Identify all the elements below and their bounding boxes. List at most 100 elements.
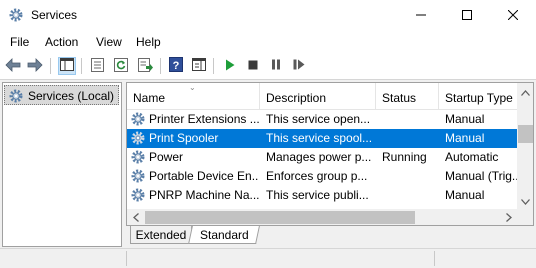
export-list-button[interactable] (136, 57, 154, 75)
service-description: Manages power p... (266, 150, 372, 164)
properties-button[interactable] (88, 57, 106, 75)
table-row[interactable]: Printer Extensions ... This service open… (127, 110, 517, 129)
menu-bar: File Action View Help (0, 31, 536, 52)
service-gear-icon (130, 168, 146, 184)
stop-service-icon (248, 59, 258, 73)
restart-service-icon (293, 59, 305, 73)
service-name: Portable Device En... (149, 169, 259, 183)
menu-help[interactable]: Help (136, 35, 161, 49)
start-service-icon (225, 59, 235, 74)
minimize-button[interactable] (398, 0, 444, 31)
service-startup-type: Automatic (445, 150, 499, 164)
chevron-down-icon (521, 194, 530, 208)
service-gear-icon (130, 187, 146, 203)
horizontal-scrollbar[interactable] (127, 209, 517, 225)
scroll-left-button[interactable] (127, 209, 144, 225)
help-button[interactable]: ? (167, 57, 185, 75)
maximize-button[interactable] (444, 0, 490, 31)
scroll-right-button[interactable] (500, 209, 517, 225)
gear-icon (8, 88, 24, 104)
forward-button[interactable] (26, 57, 44, 75)
pause-service-icon (271, 59, 281, 73)
service-startup-type: Manual (445, 188, 485, 202)
restart-service-button[interactable] (290, 57, 308, 75)
start-service-button[interactable] (221, 57, 239, 75)
service-name: Print Spooler (149, 131, 219, 145)
title-bar: Services (0, 0, 536, 31)
service-gear-icon (130, 149, 146, 165)
show-action-pane-icon (192, 58, 206, 74)
column-header-label: Description (266, 91, 327, 105)
menu-action[interactable]: Action (45, 35, 78, 49)
maximize-icon (462, 9, 472, 23)
tab-extended[interactable]: Extended (130, 226, 192, 244)
service-startup-type: Manual (Trig... (445, 169, 517, 183)
table-row[interactable]: PNRP Machine Na... This service publi...… (127, 186, 517, 205)
pause-service-button[interactable] (267, 57, 285, 75)
table-row[interactable]: Portable Device En... Enforces group p..… (127, 167, 517, 186)
service-description: This service open... (266, 112, 371, 126)
toolbar-separator (50, 58, 51, 74)
service-startup-type: Manual (445, 131, 485, 145)
toolbar-separator (213, 58, 214, 74)
service-name: Power (149, 150, 184, 164)
service-name: PNRP Machine Na... (149, 188, 259, 202)
close-icon (507, 9, 519, 23)
scrollbar-corner (517, 209, 533, 225)
column-header-description[interactable]: Description (260, 83, 376, 110)
column-header-label: Name (133, 91, 166, 105)
forward-arrow-icon (27, 57, 43, 75)
refresh-icon (114, 57, 128, 75)
chevron-left-icon (132, 211, 139, 225)
properties-icon (90, 57, 104, 75)
stop-service-button[interactable] (244, 57, 262, 75)
close-button[interactable] (490, 0, 536, 31)
back-button[interactable] (4, 57, 22, 75)
scroll-up-button[interactable] (517, 83, 533, 100)
show-hide-console-tree-button[interactable] (58, 57, 76, 75)
service-description: This service publi... (266, 188, 369, 202)
status-bar (0, 248, 536, 268)
service-gear-icon (130, 111, 146, 127)
toolbar-separator (160, 58, 161, 74)
window-title: Services (31, 8, 78, 22)
column-header-label: Startup Type (445, 91, 513, 105)
refresh-button[interactable] (112, 57, 130, 75)
table-row[interactable]: Power Manages power p... Running Automat… (127, 148, 517, 167)
services-list: ⌄ Name Description Status Startup Type P… (126, 82, 534, 226)
console-tree: Services (Local) (2, 82, 122, 247)
column-header-status[interactable]: Status (376, 83, 439, 110)
show-action-pane-button[interactable] (190, 57, 208, 75)
service-description: This service spool... (266, 131, 373, 145)
view-tabs: Extended Standard (126, 226, 534, 246)
toolbar-separator (81, 58, 82, 74)
column-header-startup-type[interactable]: Startup Type (439, 83, 529, 110)
tab-standard-label: Standard (199, 228, 249, 242)
svg-text:?: ? (173, 60, 180, 72)
service-name: Printer Extensions ... (149, 112, 259, 126)
status-bar-divider (434, 251, 435, 266)
console-tree-icon (60, 58, 74, 74)
chevron-up-icon (521, 85, 530, 99)
back-arrow-icon (5, 57, 21, 75)
horizontal-scroll-thumb[interactable] (145, 211, 415, 224)
help-icon: ? (169, 57, 183, 75)
tree-item-services-local[interactable]: Services (Local) (4, 85, 119, 105)
tab-standard[interactable]: Standard (188, 226, 260, 244)
gear-icon (8, 7, 24, 23)
sort-indicator-icon: ⌄ (189, 83, 196, 92)
export-list-icon (137, 57, 153, 75)
vertical-scroll-thumb[interactable] (518, 125, 533, 143)
vertical-scrollbar[interactable] (517, 83, 533, 209)
menu-view[interactable]: View (96, 35, 122, 49)
service-startup-type: Manual (445, 112, 485, 126)
toolbar: ? (0, 52, 536, 80)
service-status: Running (382, 150, 427, 164)
service-gear-icon (130, 130, 146, 146)
minimize-icon (416, 9, 426, 23)
list-header: ⌄ Name Description Status Startup Type (127, 83, 517, 110)
column-header-name[interactable]: ⌄ Name (127, 83, 260, 110)
scroll-down-button[interactable] (517, 192, 533, 209)
table-row[interactable]: Print Spooler This service spool... Manu… (127, 129, 517, 148)
menu-file[interactable]: File (10, 35, 29, 49)
